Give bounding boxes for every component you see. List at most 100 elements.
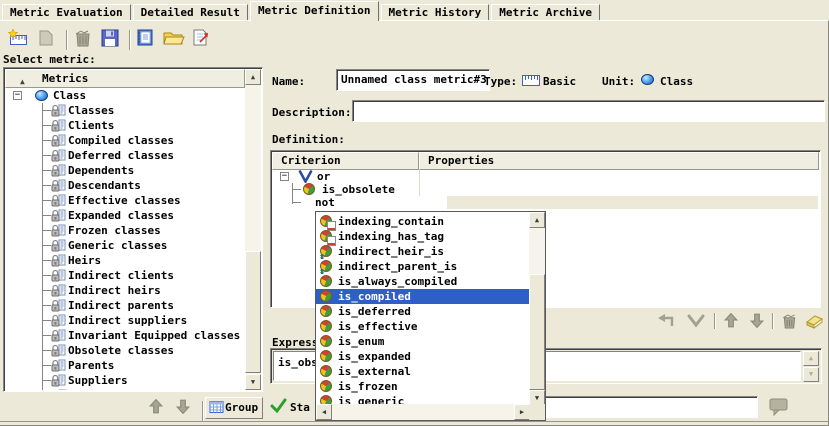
criterion-option[interactable]: is_effective [316,319,529,334]
properties-column-title: Properties [428,154,494,167]
criterion-option[interactable]: is_expanded [316,349,529,364]
delete-criterion-button[interactable] [778,312,800,330]
scrollbar-thumb[interactable] [529,274,545,390]
metric-tree-item[interactable] [5,388,245,390]
collapse-icon[interactable]: − [13,91,22,100]
tab[interactable]: Metric History [381,4,490,20]
scroll-right-button[interactable]: ▶ [514,404,530,420]
criterion-editor[interactable]: not [305,196,447,209]
tab[interactable]: Metric Definition [250,1,379,21]
criterion-option[interactable]: is_external [316,364,529,379]
type-value: Basic [543,75,576,88]
metric-tree-body: − Class [5,88,245,390]
export-metrics-button[interactable] [188,27,214,50]
criterion-option[interactable]: is_compiled [316,289,529,304]
criterion-column-title: Criterion [281,154,341,167]
metric-tree-items: Classes [5,103,245,390]
metric-name: Indirect clients [68,268,174,283]
metric-tree-item[interactable]: Invariant Equipped classes [5,328,245,343]
metric-tree-item[interactable]: Classes [5,103,245,118]
move-metric-down-button[interactable] [175,399,191,417]
criterion-option[interactable]: is_generic [316,394,529,404]
scrollbar-thumb[interactable] [245,251,261,373]
criterion-option[interactable]: is_always_compiled [316,274,529,289]
new-metric-button[interactable] [5,27,31,50]
open-metric-file-button[interactable] [160,27,186,50]
metric-tree-item[interactable]: Indirect clients [5,268,245,283]
group-grid-icon [209,400,225,414]
criterion-dropdown: indexing_contain indexing_has_tag indire… [315,211,546,421]
criterion-option-icon [320,275,332,287]
criterion-row-or[interactable]: − or [272,170,819,183]
metric-tree-item[interactable]: Indirect parents [5,298,245,313]
metric-tree-item[interactable]: Frozen classes [5,223,245,238]
metric-tree-item[interactable]: Deferred classes [5,148,245,163]
criterion-option[interactable]: is_frozen [316,379,529,394]
metric-tree-item[interactable]: Expanded classes [5,208,245,223]
move-criterion-down-button[interactable] [748,312,770,330]
metric-tree-item[interactable]: Dependents [5,163,245,178]
open-folder-icon [163,29,185,47]
tab[interactable]: Metric Archive [491,4,600,20]
tree-item-class-root[interactable]: − Class [5,88,245,103]
dropdown-vertical-scrollbar[interactable]: ▲ ▼ [529,212,545,404]
dropdown-horizontal-scrollbar[interactable]: ◀ ▶ [316,404,529,420]
change-to-and-button[interactable] [656,312,678,330]
expression-scroll-down-button[interactable]: ▼ [803,367,819,382]
group-button[interactable]: Group [205,397,263,419]
export-icon [191,29,211,47]
criterion-row-not-editing[interactable]: not [272,196,819,209]
criterion-option[interactable]: indirect_parent_is [316,259,529,274]
criterion-option[interactable]: is_deferred [316,304,529,319]
tab[interactable]: Detailed Result [133,4,248,20]
editing-row-background [447,196,818,209]
name-input[interactable]: Unnamed class metric#3 [336,69,490,91]
comment-button[interactable] [766,395,794,419]
change-to-or-button[interactable] [686,312,708,330]
metric-tree-item[interactable]: Parents [5,358,245,373]
criterion-option[interactable]: indexing_has_tag [316,229,529,244]
separator [714,313,716,329]
criterion-row-is-obsolete[interactable]: is_obsolete [272,183,819,196]
metric-tree-item[interactable]: Compiled classes [5,133,245,148]
metric-tree-item[interactable]: Obsolete classes [5,343,245,358]
collapse-icon[interactable]: − [280,172,289,181]
description-input[interactable] [352,100,825,122]
properties-column-header[interactable]: Properties [419,152,819,170]
criterion-option-icon [320,290,332,302]
criterion-option[interactable]: indirect_heir_is [316,244,529,259]
scroll-left-button[interactable]: ◀ [316,404,332,420]
metric-tree-item[interactable]: Indirect suppliers [5,313,245,328]
metric-tree-item[interactable]: Clients [5,118,245,133]
metric-tree-item[interactable]: Descendants [5,178,245,193]
metric-tree-item[interactable]: Indirect heirs [5,283,245,298]
move-metric-up-button[interactable] [148,399,164,417]
new-metric-icon [8,29,28,47]
criterion-option-label: indexing_contain [338,215,444,228]
metric-tree-item[interactable]: Effective classes [5,193,245,208]
save-metric-button[interactable] [97,27,123,50]
scroll-up-button[interactable]: ▲ [529,212,545,228]
criterion-column-header[interactable]: Criterion [272,152,419,170]
scroll-down-button[interactable]: ▼ [245,374,261,390]
metric-tree-item[interactable]: Generic classes [5,238,245,253]
tree-scrollbar[interactable]: ▲ ▼ [245,69,261,390]
criterion-option[interactable]: is_enum [316,334,529,349]
down-arrow-icon [175,399,191,414]
criterion-option-icon [320,245,332,257]
criterion-option[interactable]: indexing_contain [316,214,529,229]
metric-tree-item[interactable]: Suppliers [5,373,245,388]
metrics-column-header[interactable]: ▲ Metrics [5,69,245,88]
tab[interactable]: Metric Evaluation [2,4,131,20]
scroll-up-button[interactable]: ▲ [245,69,261,85]
duplicate-metric-button[interactable] [32,27,58,50]
clear-definition-button[interactable] [802,312,824,330]
manage-metrics-button[interactable] [132,27,158,50]
move-criterion-up-button[interactable] [722,312,744,330]
expression-scroll-up-button[interactable]: ▲ [803,351,819,366]
criterion-option-label: is_generic [338,395,404,404]
delete-metric-button[interactable] [70,27,96,50]
toolbar-separator [66,30,68,50]
metric-tree-item[interactable]: Heirs [5,253,245,268]
criterion-option-icon [320,395,332,404]
